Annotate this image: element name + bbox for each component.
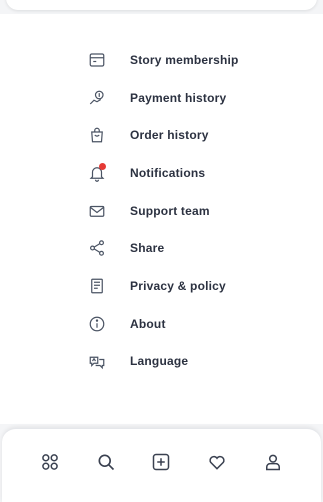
top-card bbox=[6, 0, 317, 10]
heart-icon bbox=[207, 452, 227, 477]
nav-search-button[interactable] bbox=[94, 453, 118, 477]
menu-item-order-history[interactable]: Order history bbox=[88, 116, 239, 154]
add-icon bbox=[151, 452, 171, 477]
menu-item-payment-history[interactable]: Payment history bbox=[88, 79, 239, 117]
bottom-navigation-bar bbox=[2, 428, 321, 502]
settings-menu: Story membership Payment history Order h… bbox=[88, 41, 239, 380]
info-icon bbox=[88, 315, 106, 333]
menu-item-story-membership[interactable]: Story membership bbox=[88, 41, 239, 79]
menu-item-privacy-policy[interactable]: Privacy & policy bbox=[88, 267, 239, 305]
nav-add-button[interactable] bbox=[149, 453, 173, 477]
notification-badge bbox=[99, 162, 106, 170]
profile-icon bbox=[263, 452, 283, 477]
menu-item-label: Notifications bbox=[130, 165, 206, 180]
share-icon bbox=[88, 239, 106, 257]
menu-item-label: Privacy & policy bbox=[130, 278, 226, 293]
bell-icon bbox=[88, 162, 106, 182]
menu-item-label: Payment history bbox=[130, 90, 227, 105]
menu-item-support-team[interactable]: Support team bbox=[88, 192, 239, 230]
language-icon bbox=[88, 352, 106, 370]
menu-item-label: Language bbox=[130, 354, 189, 369]
settings-menu-sheet: Story membership Payment history Order h… bbox=[0, 14, 323, 424]
menu-item-label: Order history bbox=[130, 128, 209, 143]
menu-item-share[interactable]: Share bbox=[88, 229, 239, 267]
search-icon bbox=[96, 452, 116, 477]
menu-item-label: About bbox=[130, 316, 166, 331]
payment-icon bbox=[88, 89, 106, 107]
nav-home-button[interactable] bbox=[38, 453, 62, 477]
menu-item-about[interactable]: About bbox=[88, 305, 239, 343]
menu-item-notifications[interactable]: Notifications bbox=[88, 154, 239, 192]
menu-item-label: Support team bbox=[130, 203, 210, 218]
menu-item-label: Share bbox=[130, 241, 165, 256]
nav-favorites-button[interactable] bbox=[205, 453, 229, 477]
nav-profile-button[interactable] bbox=[261, 453, 285, 477]
menu-item-label: Story membership bbox=[130, 52, 239, 67]
menu-item-language[interactable]: Language bbox=[88, 343, 239, 381]
membership-card-icon bbox=[88, 51, 106, 69]
grid-icon bbox=[40, 452, 60, 477]
document-icon bbox=[88, 277, 106, 295]
order-bag-icon bbox=[88, 126, 106, 144]
mail-icon bbox=[88, 202, 106, 220]
